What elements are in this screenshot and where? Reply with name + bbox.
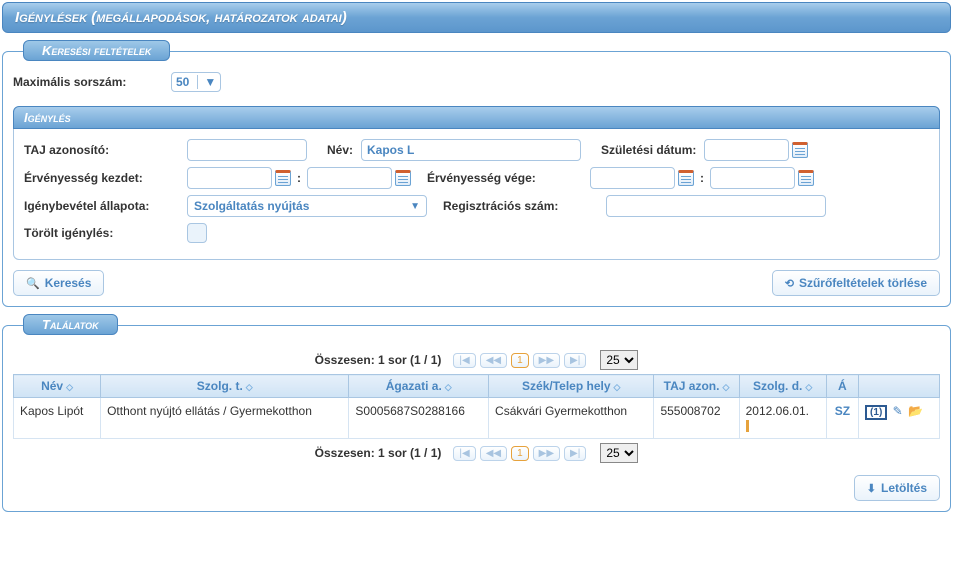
- search-criteria-legend: Keresési feltételek: [23, 40, 170, 61]
- sort-icon: ◇: [445, 382, 452, 392]
- chevron-down-icon[interactable]: ▼: [197, 75, 216, 89]
- calendar-icon[interactable]: [275, 170, 291, 186]
- download-button[interactable]: ⬇ Letöltés: [854, 475, 940, 501]
- igeny-section-header: Igénylés: [13, 106, 940, 129]
- allapot-select[interactable]: Szolgáltatás nyújtás ▼: [187, 195, 427, 217]
- prev-page-button[interactable]: ◀◀: [480, 446, 507, 461]
- next-page-button[interactable]: ▶▶: [533, 446, 560, 461]
- igeny-section-body: TAJ azonosító: Név: Születési dátum: Érv…: [13, 129, 940, 260]
- search-icon: 🔍: [26, 277, 40, 290]
- col-szolgt[interactable]: Szolg. t.◇: [101, 375, 349, 398]
- download-button-label: Letöltés: [881, 481, 927, 495]
- taj-label: TAJ azonosító:: [24, 143, 179, 157]
- open-icon[interactable]: 📂: [908, 404, 923, 418]
- col-szolgd[interactable]: Szolg. d.◇: [739, 375, 826, 398]
- sort-icon: ◇: [246, 382, 253, 392]
- last-page-button[interactable]: ▶|: [564, 446, 586, 461]
- paginator-summary: Összesen: 1 sor (1 / 1): [315, 353, 442, 367]
- cell-agazati: S0005687S0288166: [349, 398, 489, 439]
- table-row: Kapos Lipót Otthont nyújtó ellátás / Gye…: [14, 398, 940, 439]
- time-separator: :: [297, 171, 301, 185]
- nev-label: Név:: [327, 143, 353, 157]
- first-page-button[interactable]: |◀: [453, 353, 475, 368]
- col-a[interactable]: Á: [826, 375, 858, 398]
- download-icon: ⬇: [867, 482, 876, 495]
- allapot-value: Szolgáltatás nyújtás: [194, 199, 309, 213]
- cell-tajazon: 555008702: [654, 398, 739, 439]
- col-nev[interactable]: Név◇: [14, 375, 101, 398]
- erv-vege-label: Érvényesség vége:: [427, 171, 582, 185]
- next-page-button[interactable]: ▶▶: [533, 353, 560, 368]
- col-agazati[interactable]: Ágazati a.◇: [349, 375, 489, 398]
- cell-nev: Kapos Lipót: [14, 398, 101, 439]
- clear-filters-label: Szűrőfeltételek törlése: [799, 276, 927, 290]
- cell-szek: Csákvári Gyermekotthon: [489, 398, 654, 439]
- paginator-summary: Összesen: 1 sor (1 / 1): [315, 446, 442, 460]
- max-rows-spinner[interactable]: 50 ▼: [171, 72, 221, 92]
- edit-icon[interactable]: ✎: [893, 404, 903, 418]
- erv-vege-time-input[interactable]: [710, 167, 795, 189]
- cell-szolgt: Otthont nyújtó ellátás / Gyermekotthon: [101, 398, 349, 439]
- col-actions: [859, 375, 940, 398]
- sort-icon: ◇: [805, 382, 812, 392]
- sort-icon: ◇: [614, 382, 621, 392]
- cell-szolgd: 2012.06.01.: [739, 398, 826, 439]
- torolt-label: Törölt igénylés:: [24, 226, 179, 240]
- count-badge[interactable]: (1): [865, 405, 887, 420]
- results-legend: Találatok: [23, 314, 118, 335]
- paginator-top: Összesen: 1 sor (1 / 1) |◀ ◀◀ 1 ▶▶ ▶| 25: [13, 346, 940, 374]
- calendar-icon[interactable]: [678, 170, 694, 186]
- page-size-select[interactable]: 25: [600, 350, 638, 370]
- calendar-icon[interactable]: [395, 170, 411, 186]
- time-separator: :: [700, 171, 704, 185]
- erv-vege-date-input[interactable]: [590, 167, 675, 189]
- szul-date-input[interactable]: [704, 139, 789, 161]
- paginator-bottom: Összesen: 1 sor (1 / 1) |◀ ◀◀ 1 ▶▶ ▶| 25: [13, 439, 940, 467]
- max-rows-label: Maximális sorszám:: [13, 75, 163, 89]
- regszam-label: Regisztrációs szám:: [443, 199, 598, 213]
- status-link[interactable]: SZ: [833, 404, 852, 418]
- erv-kezdet-date-input[interactable]: [187, 167, 272, 189]
- calendar-icon[interactable]: [798, 170, 814, 186]
- search-criteria-fieldset: Keresési feltételek Maximális sorszám: 5…: [2, 51, 951, 307]
- page-number-button[interactable]: 1: [511, 446, 529, 461]
- nev-input[interactable]: [361, 139, 581, 161]
- page-number-button[interactable]: 1: [511, 353, 529, 368]
- page-title: Igénylések (megállapodások, határozatok …: [2, 2, 951, 33]
- cell-actions: (1) ✎ 📂: [859, 398, 940, 439]
- allapot-label: Igénybevétel állapota:: [24, 199, 179, 213]
- cell-a: SZ: [826, 398, 858, 439]
- results-table: Név◇ Szolg. t.◇ Ágazati a.◇ Szék/Telep h…: [13, 374, 940, 439]
- szul-label: Születési dátum:: [601, 143, 696, 157]
- last-page-button[interactable]: ▶|: [564, 353, 586, 368]
- results-fieldset: Találatok Összesen: 1 sor (1 / 1) |◀ ◀◀ …: [2, 325, 951, 512]
- search-button-label: Keresés: [45, 276, 92, 290]
- sort-icon: ◇: [722, 382, 729, 392]
- first-page-button[interactable]: |◀: [453, 446, 475, 461]
- max-rows-value: 50: [176, 75, 189, 89]
- calendar-icon[interactable]: [792, 142, 808, 158]
- col-szek[interactable]: Szék/Telep hely◇: [489, 375, 654, 398]
- torolt-checkbox[interactable]: [187, 223, 207, 243]
- table-header-row: Név◇ Szolg. t.◇ Ágazati a.◇ Szék/Telep h…: [14, 375, 940, 398]
- chevron-down-icon: ▼: [410, 201, 420, 212]
- sort-icon: ◇: [66, 382, 73, 392]
- taj-input[interactable]: [187, 139, 307, 161]
- refresh-icon: ⟲: [785, 277, 794, 290]
- erv-kezdet-label: Érvényesség kezdet:: [24, 171, 179, 185]
- status-bar-icon: [746, 420, 749, 432]
- regszam-input[interactable]: [606, 195, 826, 217]
- col-tajazon[interactable]: TAJ azon.◇: [654, 375, 739, 398]
- clear-filters-button[interactable]: ⟲ Szűrőfeltételek törlése: [772, 270, 940, 296]
- page-size-select[interactable]: 25: [600, 443, 638, 463]
- erv-kezdet-time-input[interactable]: [307, 167, 392, 189]
- search-button[interactable]: 🔍 Keresés: [13, 270, 104, 296]
- prev-page-button[interactable]: ◀◀: [480, 353, 507, 368]
